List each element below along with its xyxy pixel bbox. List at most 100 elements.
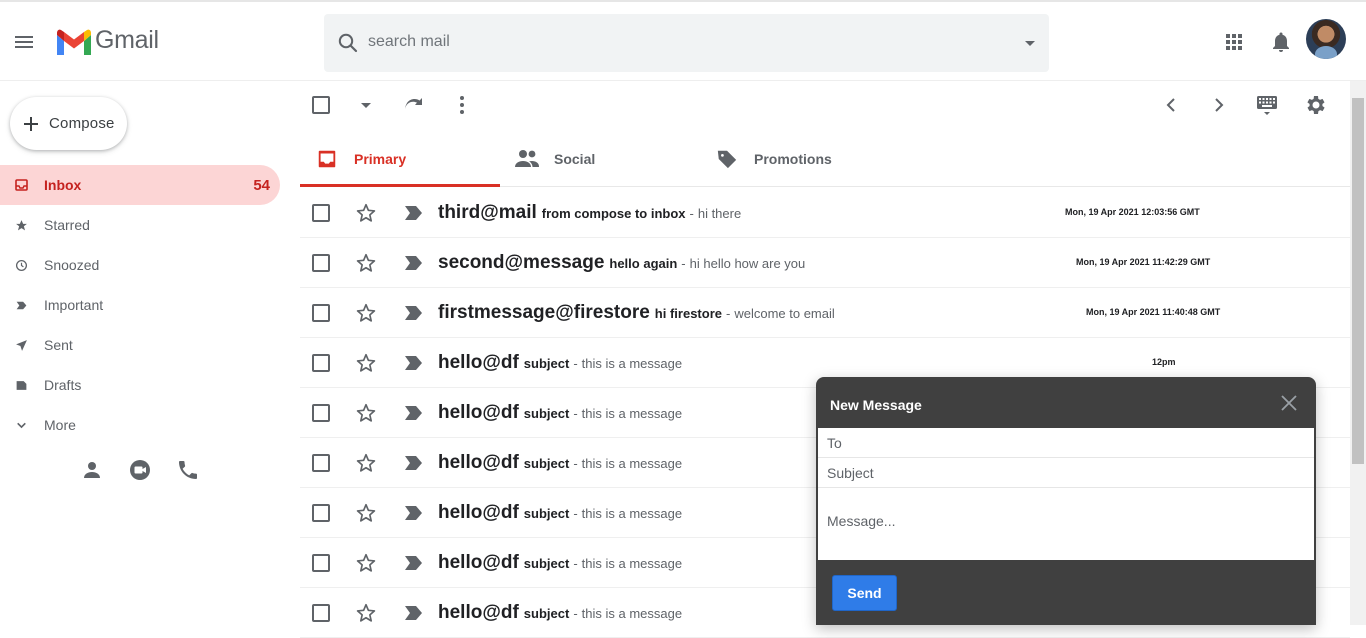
- chevron-right-icon[interactable]: [1207, 93, 1231, 117]
- sidebar-item-starred[interactable]: Starred: [0, 205, 280, 245]
- important-marker-icon[interactable]: [404, 455, 424, 471]
- subject-field[interactable]: [818, 458, 1314, 488]
- email-row[interactable]: firstmessage@firestore hi firestore - we…: [300, 288, 1350, 338]
- draft-icon: [15, 379, 28, 392]
- refresh-icon[interactable]: [401, 93, 425, 117]
- tab-promotions[interactable]: Promotions: [700, 129, 900, 187]
- tab-primary[interactable]: Primary: [300, 129, 500, 187]
- email-checkbox[interactable]: [312, 454, 330, 472]
- email-sender: hello@df: [438, 352, 519, 373]
- sidebar-item-important[interactable]: Important: [0, 285, 280, 325]
- close-icon[interactable]: [1280, 394, 1298, 412]
- email-checkbox[interactable]: [312, 604, 330, 622]
- new-message-title: New Message: [830, 397, 922, 413]
- account-avatar[interactable]: [1306, 19, 1346, 59]
- email-snippet: this is a message: [581, 405, 683, 421]
- tab-social[interactable]: Social: [500, 129, 700, 187]
- sidebar-item-more[interactable]: More: [0, 405, 280, 445]
- star-outline-icon[interactable]: [355, 252, 377, 274]
- email-checkbox[interactable]: [312, 354, 330, 372]
- email-sender: third@mail: [438, 202, 537, 223]
- important-marker-icon[interactable]: [404, 305, 424, 321]
- google-apps-grid-icon[interactable]: [1222, 30, 1246, 54]
- email-subject: subject: [523, 555, 570, 571]
- send-button[interactable]: Send: [832, 575, 897, 611]
- main-menu-icon[interactable]: [12, 30, 36, 54]
- email-snippet: this is a message: [581, 505, 683, 521]
- important-marker-icon[interactable]: [404, 255, 424, 271]
- chevron-left-icon[interactable]: [1159, 93, 1183, 117]
- people-icon: [514, 148, 540, 170]
- important-marker-icon[interactable]: [404, 605, 424, 621]
- email-snippet: hi there: [697, 205, 742, 221]
- new-message-window: New Message Send: [816, 377, 1316, 625]
- email-snippet: this is a message: [581, 555, 683, 571]
- scrollbar-thumb[interactable]: [1352, 98, 1364, 464]
- chevron-down-icon: [15, 419, 28, 432]
- gmail-logo-icon[interactable]: [55, 29, 93, 57]
- important-marker-icon[interactable]: [404, 505, 424, 521]
- email-checkbox[interactable]: [312, 254, 330, 272]
- sidebar-item-drafts[interactable]: Drafts: [0, 365, 280, 405]
- sidebar-item-label: Drafts: [44, 377, 82, 393]
- email-sender: firstmessage@firestore: [438, 302, 650, 323]
- message-body-field[interactable]: [818, 488, 1314, 560]
- sidebar-item-inbox[interactable]: Inbox 54: [0, 165, 280, 205]
- search-icon[interactable]: [336, 31, 360, 55]
- email-subject: from compose to inbox: [541, 205, 686, 221]
- star-outline-icon[interactable]: [355, 402, 377, 424]
- important-marker-icon[interactable]: [404, 205, 424, 221]
- email-subject: subject: [523, 605, 570, 621]
- email-snippet: hi hello how are you: [689, 255, 806, 271]
- tab-label: Promotions: [754, 151, 832, 167]
- to-field[interactable]: [818, 428, 1314, 458]
- tab-label: Social: [554, 151, 596, 167]
- gmail-logo-text[interactable]: Gmail: [95, 26, 159, 55]
- settings-gear-icon[interactable]: [1303, 93, 1327, 117]
- notifications-bell-icon[interactable]: [1269, 30, 1293, 54]
- star-outline-icon[interactable]: [355, 552, 377, 574]
- select-dropdown-icon[interactable]: [354, 93, 378, 117]
- sidebar-item-label: Snoozed: [44, 257, 100, 273]
- star-outline-icon[interactable]: [355, 452, 377, 474]
- star-outline-icon[interactable]: [355, 302, 377, 324]
- email-checkbox[interactable]: [312, 304, 330, 322]
- email-checkbox[interactable]: [312, 404, 330, 422]
- star-outline-icon[interactable]: [355, 602, 377, 624]
- important-marker-icon[interactable]: [404, 355, 424, 371]
- email-subject: subject: [523, 505, 570, 521]
- email-row[interactable]: third@mail from compose to inbox - hi th…: [300, 188, 1350, 238]
- important-marker-icon[interactable]: [404, 405, 424, 421]
- person-icon[interactable]: [80, 458, 104, 482]
- separator: -: [573, 405, 578, 421]
- email-checkbox[interactable]: [312, 204, 330, 222]
- phone-icon[interactable]: [176, 458, 200, 482]
- star-outline-icon[interactable]: [355, 352, 377, 374]
- email-row[interactable]: second@message hello again - hi hello ho…: [300, 238, 1350, 288]
- select-all-checkbox[interactable]: [312, 96, 330, 114]
- more-vertical-icon[interactable]: [450, 93, 474, 117]
- category-tabs: Primary Social Promotions: [300, 129, 1350, 187]
- keyboard-icon[interactable]: [1255, 93, 1279, 117]
- sidebar-item-sent[interactable]: Sent: [0, 325, 280, 365]
- email-date: Mon, 19 Apr 2021 12:03:56 GMT: [1065, 207, 1200, 217]
- search-options-dropdown-icon[interactable]: [1018, 31, 1042, 55]
- clock-icon: [15, 259, 28, 272]
- email-sender: hello@df: [438, 452, 519, 473]
- video-meet-icon[interactable]: [128, 458, 152, 482]
- separator: -: [681, 255, 686, 271]
- sidebar-item-snoozed[interactable]: Snoozed: [0, 245, 280, 285]
- new-message-form: [818, 428, 1314, 560]
- separator: -: [573, 505, 578, 521]
- separator: -: [573, 455, 578, 471]
- vertical-scrollbar[interactable]: [1350, 81, 1366, 625]
- email-checkbox[interactable]: [312, 554, 330, 572]
- star-outline-icon[interactable]: [355, 202, 377, 224]
- compose-label: Compose: [49, 115, 115, 132]
- star-outline-icon[interactable]: [355, 502, 377, 524]
- compose-button[interactable]: Compose: [10, 97, 127, 150]
- email-checkbox[interactable]: [312, 504, 330, 522]
- email-subject: hi firestore: [654, 305, 722, 321]
- search-input[interactable]: [368, 25, 988, 59]
- important-marker-icon[interactable]: [404, 555, 424, 571]
